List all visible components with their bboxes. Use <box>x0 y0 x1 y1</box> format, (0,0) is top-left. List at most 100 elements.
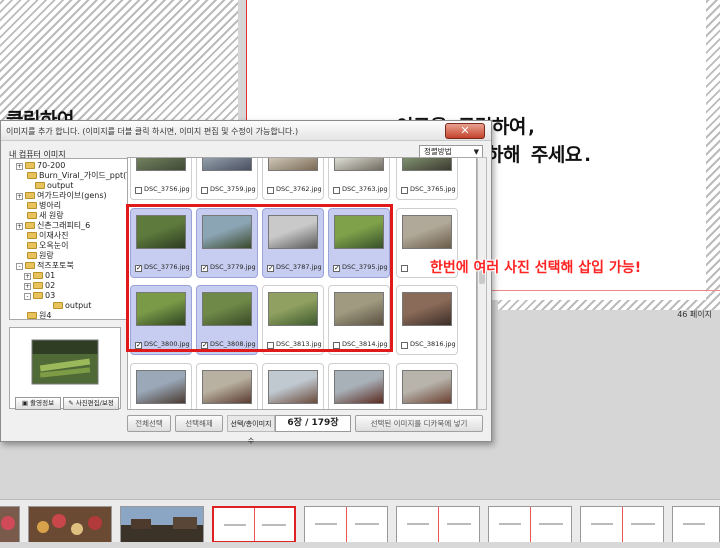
folder-icon <box>27 212 37 219</box>
tree-item-label: 02 <box>45 281 56 290</box>
film-page-thumbnail[interactable] <box>120 506 204 543</box>
select-checkbox[interactable] <box>201 187 208 194</box>
image-thumbnail-cell[interactable]: DSC_3762.jpg <box>262 158 324 200</box>
thumbnail-image <box>402 292 452 326</box>
folder-icon <box>33 292 43 299</box>
film-page-current[interactable] <box>212 506 296 543</box>
select-checkbox[interactable] <box>333 187 340 194</box>
select-all-button[interactable]: 전체선택 <box>127 415 171 432</box>
camera-icon: ▣ <box>21 399 31 407</box>
slide-text-right-2[interactable]: 하해 주세요. <box>486 140 593 167</box>
selection-counter: 6장 / 179장 <box>275 415 351 432</box>
file-name: DSC_3765.jpg <box>410 185 456 193</box>
film-page-thumbnail[interactable] <box>396 506 480 543</box>
folder-icon <box>27 242 37 249</box>
tree-item-label: 70-200 <box>37 161 66 170</box>
folder-icon <box>25 262 35 269</box>
folder-icon <box>27 252 37 259</box>
image-thumbnail-cell[interactable] <box>328 363 390 409</box>
folder-icon <box>25 192 35 199</box>
tree-item-label: 오옥눈이 <box>39 241 69 250</box>
tree-expander-icon[interactable]: + <box>24 273 31 280</box>
film-page-thumbnail[interactable] <box>304 506 388 543</box>
preview-image <box>31 339 99 385</box>
thumbnail-image <box>136 370 186 404</box>
image-thumbnail-cell[interactable] <box>262 363 324 409</box>
thumbnail-image <box>334 370 384 404</box>
annotation-text: 한번에 여러 사진 선택해 삽입 가능! <box>430 260 642 276</box>
tree-expander-icon[interactable]: - <box>16 263 23 270</box>
folder-icon <box>27 232 37 239</box>
photo-info-label: 촬영정보 <box>30 399 55 407</box>
tree-expander-icon[interactable]: + <box>16 193 23 200</box>
dialog-titlebar[interactable]: 이미지를 추가 합니다. (이미지를 더블 클릭 하시면, 이미지 편집 및 수… <box>1 121 491 141</box>
tree-expander-icon[interactable]: + <box>16 163 23 170</box>
thumbnail-image <box>402 158 452 171</box>
tree-expander-icon[interactable]: + <box>16 223 23 230</box>
thumbnail-image <box>202 370 252 404</box>
film-page-thumbnail[interactable] <box>488 506 572 543</box>
filmstrip-scrollbar[interactable] <box>0 542 720 548</box>
tree-item-label: output <box>47 181 74 190</box>
tree-item-label: 적즈포토북 <box>37 261 74 270</box>
photo-edit-label: 사진편집/보정 <box>75 399 114 407</box>
photo-info-button[interactable]: ▣ 촬영정보 <box>15 397 61 410</box>
thumbnail-image <box>402 370 452 404</box>
file-name: DSC_3816.jpg <box>410 340 456 348</box>
folder-icon <box>27 202 37 209</box>
folder-icon <box>33 282 43 289</box>
image-thumbnail-cell[interactable]: DSC_3765.jpg <box>396 158 458 200</box>
thumbnail-image <box>334 158 384 171</box>
close-button[interactable]: ✕ <box>445 123 485 139</box>
tree-expander-icon[interactable]: + <box>24 283 31 290</box>
file-name: DSC_3756.jpg <box>144 185 190 193</box>
film-page-thumbnail[interactable] <box>28 506 112 543</box>
film-page-thumbnail[interactable] <box>672 506 720 543</box>
tree-expander-icon[interactable]: - <box>24 293 31 300</box>
tree-item-label: 03 <box>45 291 56 300</box>
image-thumbnail-cell[interactable]: DSC_3759.jpg <box>196 158 258 200</box>
tree-item-label: 이재사진 <box>39 231 69 240</box>
tree-item[interactable]: 원4 <box>16 310 52 320</box>
image-thumbnail-cell[interactable]: DSC_3816.jpg <box>396 285 458 355</box>
page-number: 46 페이지 <box>677 310 712 319</box>
image-thumbnail-cell[interactable]: DSC_3756.jpg <box>130 158 192 200</box>
folder-icon <box>35 182 45 189</box>
folder-icon <box>53 302 63 309</box>
folder-icon <box>25 222 35 229</box>
file-name: DSC_3762.jpg <box>276 185 322 193</box>
select-checkbox[interactable] <box>135 187 142 194</box>
select-checkbox[interactable] <box>267 187 274 194</box>
insert-selected-button[interactable]: 선택된 이미지를 디카북에 넣기 <box>355 415 483 432</box>
selection-highlight-box <box>126 204 393 352</box>
thumbnail-image <box>268 370 318 404</box>
thumbnail-image <box>136 158 186 171</box>
film-page-thumbnail[interactable] <box>0 506 20 543</box>
photo-edit-button[interactable]: ✎ 사진편집/보정 <box>63 397 119 410</box>
deselect-button[interactable]: 선택해제 <box>175 415 223 432</box>
counter-label: 선택/총이미지수 <box>227 415 275 445</box>
tree-item-label: 새 원랑 <box>39 211 64 220</box>
sort-label: 정렬방법 <box>424 147 452 156</box>
tree-item-label: 01 <box>45 271 56 280</box>
thumbnail-image <box>402 215 452 249</box>
image-thumbnail-cell[interactable] <box>130 363 192 409</box>
image-thumbnail-cell[interactable] <box>396 363 458 409</box>
edit-icon: ✎ <box>68 399 76 407</box>
folder-icon <box>27 312 37 319</box>
dialog-title: 이미지를 추가 합니다. (이미지를 더블 클릭 하시면, 이미지 편집 및 수… <box>6 127 299 136</box>
tree-item-label: 신촌그래피티_6 <box>37 221 91 230</box>
tree-item-label: 원4 <box>39 311 52 320</box>
select-checkbox[interactable] <box>401 342 408 349</box>
image-thumbnail-cell[interactable] <box>196 363 258 409</box>
folder-icon <box>33 272 43 279</box>
select-checkbox[interactable] <box>401 265 408 272</box>
select-checkbox[interactable] <box>401 187 408 194</box>
page-filmstrip[interactable] <box>0 499 720 548</box>
film-page-thumbnail[interactable] <box>580 506 664 543</box>
image-thumbnail-cell[interactable]: DSC_3763.jpg <box>328 158 390 200</box>
thumbnail-image <box>202 158 252 171</box>
grid-scrollbar[interactable] <box>477 157 487 410</box>
tree-item-label: output <box>65 301 92 310</box>
tree-item-label: 원랑 <box>39 251 54 260</box>
